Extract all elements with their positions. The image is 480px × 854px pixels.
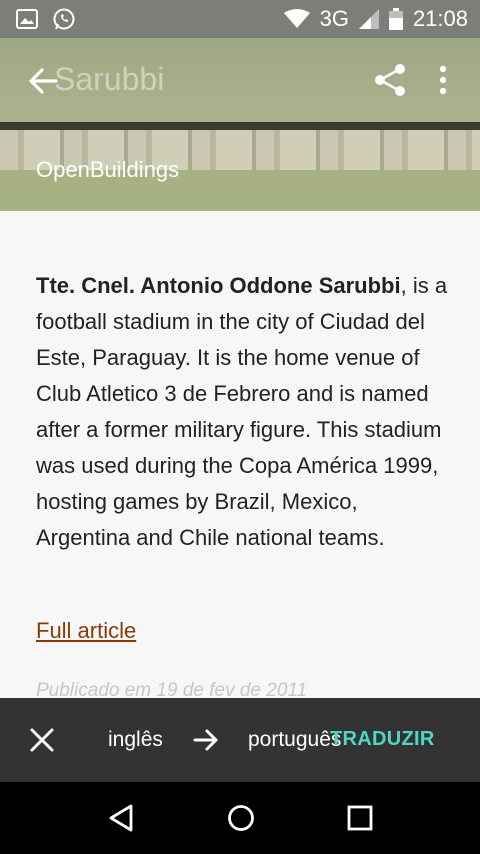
page-title: Sarubbi — [54, 61, 165, 97]
back-arrow-icon[interactable] — [26, 64, 60, 98]
status-right: 3G 21:08 — [283, 6, 468, 32]
article-text: , is a football stadium in the city of C… — [36, 273, 448, 550]
image-icon — [16, 9, 38, 29]
full-article-link[interactable]: Full article — [36, 618, 136, 644]
navigation-bar — [0, 782, 480, 854]
nav-recent-apps-icon[interactable] — [346, 804, 374, 832]
more-vertical-icon[interactable] — [432, 62, 454, 98]
share-icon[interactable] — [372, 62, 408, 98]
target-language[interactable]: português — [248, 728, 341, 752]
network-type: 3G — [319, 6, 349, 31]
wifi-icon — [283, 9, 310, 28]
close-icon[interactable] — [28, 726, 56, 754]
arrow-right-icon — [193, 729, 218, 751]
status-time: 21:08 — [412, 6, 468, 31]
article-body: Tte. Cnel. Antonio Oddone Sarubbi, is a … — [36, 268, 452, 556]
battery-icon — [388, 8, 403, 30]
status-bar: 3G 21:08 — [0, 0, 480, 38]
stadium-roof — [0, 122, 480, 130]
translate-button[interactable]: TRADUZIR — [330, 728, 435, 751]
article-subject: Tte. Cnel. Antonio Oddone Sarubbi — [36, 273, 401, 298]
app-bar: Sarubbi — [0, 38, 480, 122]
cellular-signal-icon — [358, 9, 379, 29]
nav-back-icon[interactable] — [106, 803, 136, 833]
nav-home-icon[interactable] — [226, 803, 256, 833]
source-label: OpenBuildings — [36, 157, 180, 182]
translate-bar: inglês português TRADUZIR — [0, 698, 480, 782]
source-language[interactable]: inglês — [108, 728, 163, 752]
status-left — [16, 7, 76, 31]
whatsapp-icon — [53, 8, 75, 30]
